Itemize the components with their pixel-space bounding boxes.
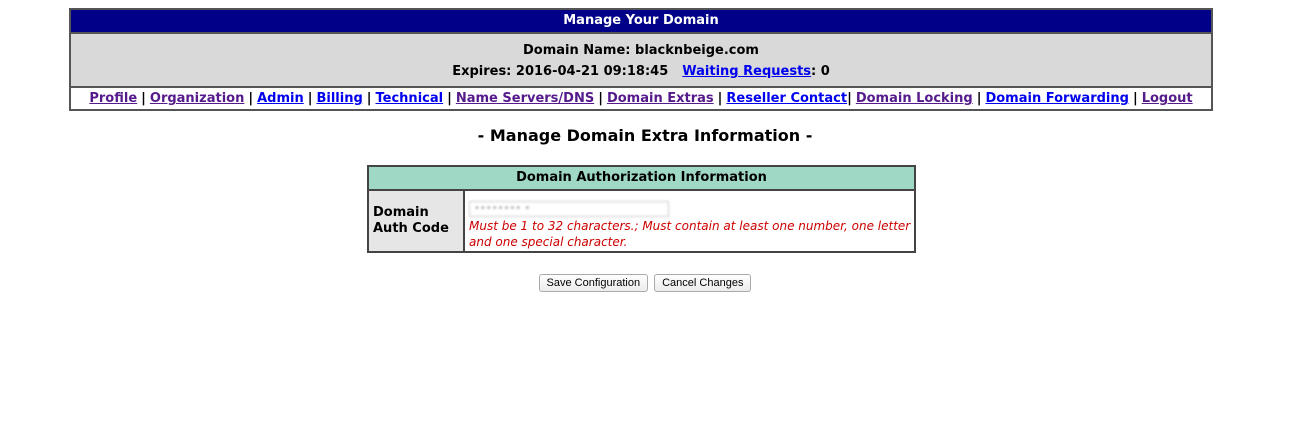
auth-code-cell: Must be 1 to 32 characters.; Must contai… [465,191,914,251]
nav-link-technical[interactable]: Technical [376,91,444,106]
auth-code-input[interactable] [469,200,669,217]
domain-nav: Profile | Organization | Admin | Billing | Techn… [71,88,1211,109]
nav-separator: | [307,91,313,106]
auth-code-label-line2: Auth Code [373,221,449,236]
waiting-requests-count: : 0 [811,64,830,79]
auth-code-label: Domain Auth Code [369,191,465,251]
save-configuration-button[interactable]: Save Configuration [538,274,649,292]
nav-link-billing[interactable]: Billing [316,91,362,106]
nav-link-logout[interactable]: Logout [1142,91,1193,106]
nav-separator: | [598,91,603,106]
expiry-line: Expires: 2016-04-21 09:18:45 Waiting Requ… [71,61,1211,82]
auth-table-title: Domain Authorization Information [369,167,914,191]
nav-separator: | [1132,91,1138,106]
nav-link-domain-forwarding[interactable]: Domain Forwarding [985,91,1129,106]
nav-link-admin[interactable]: Admin [257,91,304,106]
nav-separator: | [366,91,372,106]
nav-link-reseller-contact[interactable]: Reseller Contact [726,91,847,106]
expires-text: Expires: 2016-04-21 09:18:45 [452,64,669,79]
auth-code-label-line1: Domain [373,205,429,220]
domain-management-header: Manage Your Domain Domain Name: blacknbe… [69,8,1213,111]
nav-separator: | [717,91,723,106]
auth-table-row: Domain Auth Code Must be 1 to 32 charact… [369,191,914,251]
nav-link-name-servers[interactable]: Name Servers/DNS [456,91,594,106]
auth-code-error: Must be 1 to 32 characters.; Must contai… [469,218,911,249]
domain-name: Domain Name: blacknbeige.com [523,43,759,58]
form-buttons: Save Configuration Cancel Changes [0,274,1290,292]
nav-link-domain-extras[interactable]: Domain Extras [607,91,714,106]
nav-link-organization[interactable]: Organization [150,91,244,106]
nav-separator: | [447,91,452,106]
page-title: Manage Your Domain [71,10,1211,34]
domain-info-panel: Domain Name: blacknbeige.com Expires: 20… [71,34,1211,88]
nav-separator: | [141,91,146,106]
waiting-requests-link[interactable]: Waiting Requests [682,64,811,79]
nav-separator: | [847,91,852,106]
nav-separator: | [976,91,982,106]
section-heading: - Manage Domain Extra Information - [477,126,813,145]
nav-link-profile[interactable]: Profile [89,91,137,106]
cancel-changes-button[interactable]: Cancel Changes [654,274,752,292]
nav-separator: | [248,91,254,106]
nav-link-domain-locking[interactable]: Domain Locking [856,91,973,106]
domain-auth-table: Domain Authorization Information Domain … [367,165,916,253]
